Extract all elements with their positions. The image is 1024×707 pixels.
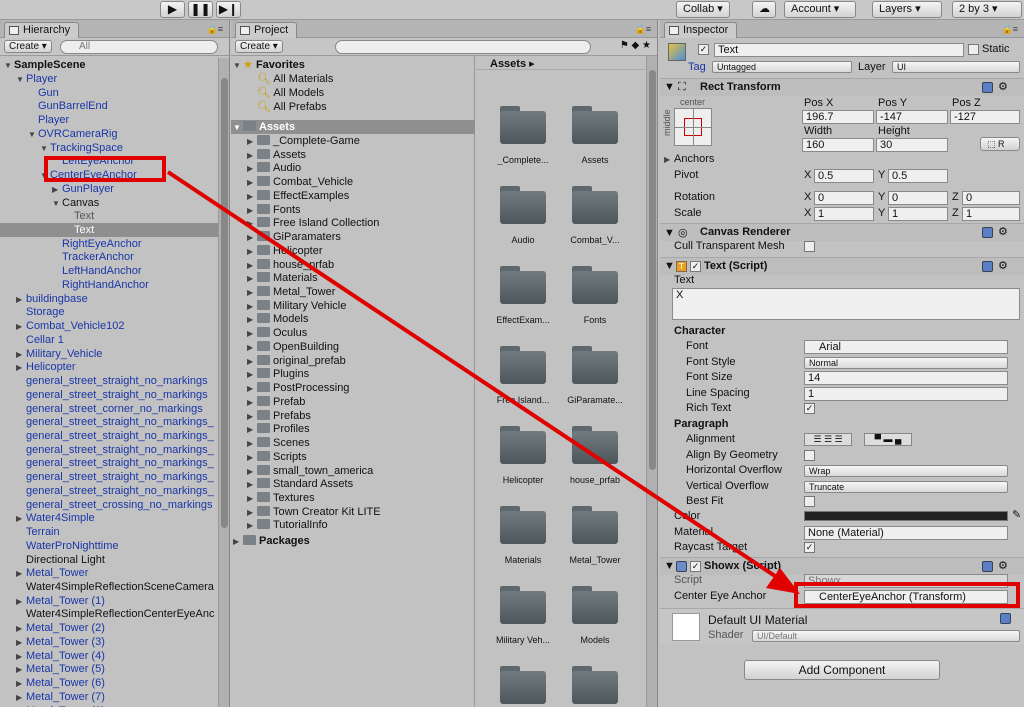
annotation-arrow	[166, 170, 800, 594]
